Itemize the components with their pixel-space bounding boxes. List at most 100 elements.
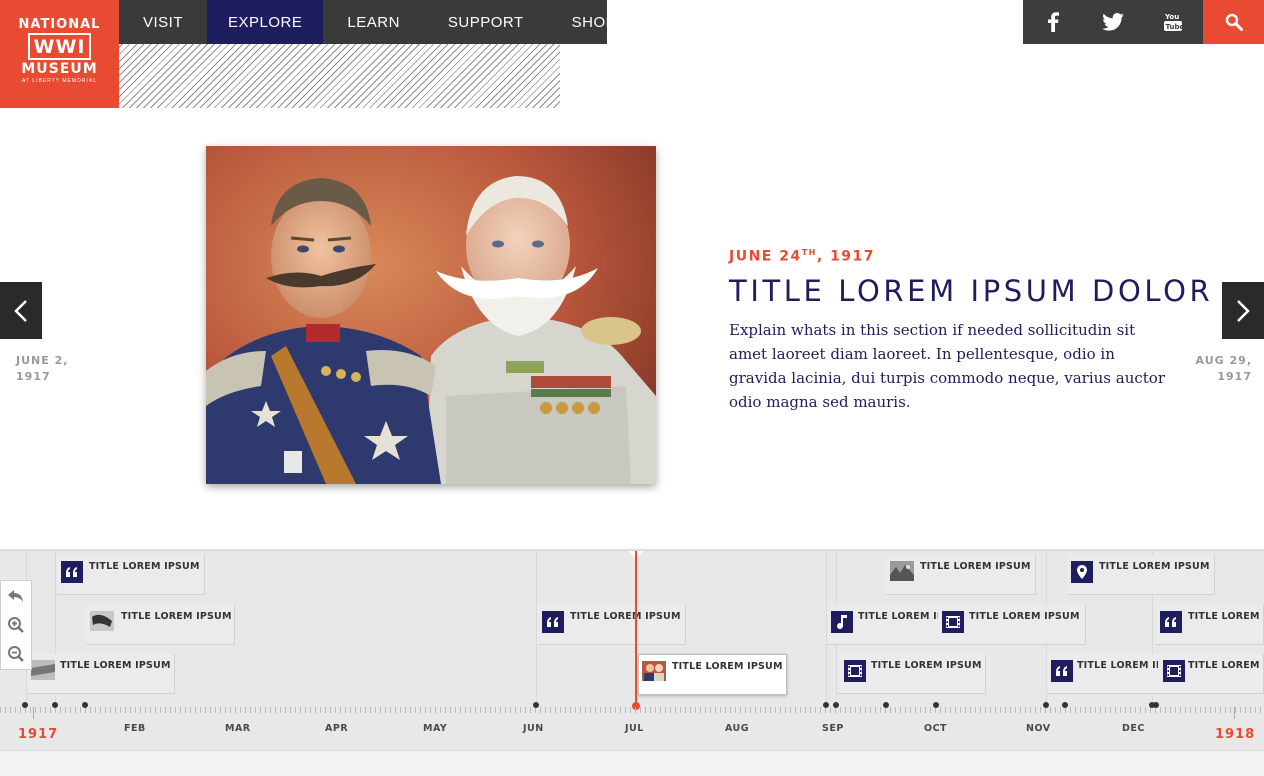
month-label: NOV — [1026, 723, 1051, 734]
logo-line-national: NATIONAL — [18, 17, 101, 32]
month-label: MAY — [423, 723, 448, 734]
event-dot[interactable] — [533, 702, 539, 708]
timeline-card-label: TITLE LOREM IPS — [1188, 611, 1263, 622]
photo-thumbnail — [890, 561, 914, 581]
museum-logo[interactable]: NATIONAL WWI MUSEUM AT LIBERTY MEMORIAL — [0, 0, 119, 108]
quote-icon — [542, 611, 564, 633]
zoom-in-button[interactable] — [4, 613, 28, 637]
timeline-card-label: TITLE LOREM IPSUM — [121, 611, 232, 622]
location-pin-icon — [1071, 561, 1093, 583]
featured-portrait-image — [206, 146, 656, 484]
event-dot[interactable] — [823, 702, 829, 708]
social-links: You Tube — [1023, 0, 1203, 44]
logo-line-museum: MUSEUM — [21, 61, 98, 77]
timeline-scroll-track[interactable] — [0, 750, 1264, 776]
next-event-date[interactable]: AUG 29, 1917 — [1190, 353, 1252, 385]
year-tick — [33, 707, 34, 719]
month-label: JUL — [625, 723, 644, 734]
facebook-icon[interactable] — [1023, 0, 1083, 44]
timeline-card-label: TITLE LOREM IPSUM — [60, 660, 171, 671]
timeline-card[interactable]: TITLE LOREM IPSUM — [57, 555, 205, 595]
timeline-card[interactable]: TITLE LOREM IPSUM — [838, 654, 986, 694]
music-note-icon — [831, 611, 853, 633]
nav-support[interactable]: SUPPORT — [424, 0, 548, 44]
photo-thumbnail — [90, 611, 114, 631]
decorative-hatch — [119, 44, 560, 108]
event-title: TITLE LOREM IPSUM DOLOR — [729, 274, 1214, 308]
event-dot[interactable] — [883, 702, 889, 708]
chevron-left-icon — [14, 299, 27, 322]
nav-shop[interactable]: SHOP — [548, 0, 641, 44]
event-dot[interactable] — [82, 702, 88, 708]
timeline-card[interactable]: TITLE LOREM IPS — [1158, 654, 1264, 694]
timeline-card[interactable]: TITLE LOREM IPS — [827, 605, 939, 645]
month-gridline — [536, 551, 537, 706]
timeline-panel: TITLE LOREM IPSUM TITLE LOREM IPSUM TITL… — [0, 550, 1264, 750]
year-label-start: 1917 — [18, 727, 59, 742]
event-date-suffix: TH — [801, 248, 817, 257]
quote-icon — [1160, 611, 1182, 633]
timeline-card[interactable]: TITLE LOREM IPS — [1047, 654, 1159, 694]
zoom-in-icon — [8, 616, 24, 633]
month-label: JUN — [523, 723, 544, 734]
axis-ticks — [0, 707, 1264, 713]
photo-thumbnail — [31, 660, 55, 680]
timeline-card-label: TITLE LOREM IPSUM — [89, 561, 200, 572]
month-label: MAR — [225, 723, 251, 734]
current-position-marker[interactable] — [635, 551, 637, 706]
nav-explore[interactable]: EXPLORE — [207, 0, 324, 44]
chevron-right-icon — [1237, 299, 1250, 322]
event-dot[interactable] — [833, 702, 839, 708]
timeline-card-label: TITLE LOREM IPS — [1188, 660, 1263, 671]
timeline-card[interactable]: TITLE LOREM IPSUM — [538, 605, 686, 645]
timeline-card-label: TITLE LOREM IPS — [1077, 660, 1158, 671]
film-icon — [844, 660, 866, 682]
event-dot[interactable] — [52, 702, 58, 708]
previous-event-button[interactable] — [0, 282, 42, 339]
timeline-card[interactable]: TITLE LOREM IPSUM — [27, 654, 175, 694]
previous-event-date-line1: JUNE 2, — [16, 354, 69, 367]
logo-line-memorial: AT LIBERTY MEMORIAL — [21, 78, 98, 84]
event-date: JUNE 24TH, 1917 — [729, 248, 875, 265]
next-event-date-line1: AUG 29, — [1195, 354, 1252, 367]
previous-event-date[interactable]: JUNE 2, 1917 — [16, 353, 68, 385]
event-dot[interactable] — [1153, 702, 1159, 708]
event-dot[interactable] — [1062, 702, 1068, 708]
previous-event-date-line2: 1917 — [16, 370, 51, 383]
month-label: AUG — [725, 723, 750, 734]
timeline-card-label: TITLE LOREM IPSUM — [920, 561, 1031, 572]
reset-button[interactable] — [4, 584, 28, 608]
event-dot[interactable] — [22, 702, 28, 708]
timeline-tools — [0, 580, 32, 670]
event-description: Explain whats in this section if needed … — [729, 321, 1165, 411]
nav-visit[interactable]: VISIT — [119, 0, 207, 44]
main-nav: VISIT EXPLORE LEARN SUPPORT SHOP — [119, 0, 616, 44]
timeline-card-label: TITLE LOREM IPSUM — [1099, 561, 1210, 572]
timeline-card[interactable]: TITLE LOREM IPS — [1156, 605, 1264, 645]
timeline-card-label: TITLE LOREM IPS — [858, 611, 938, 622]
month-label: DEC — [1122, 723, 1145, 734]
search-button[interactable] — [1203, 0, 1264, 44]
undo-arrow-icon — [8, 589, 23, 602]
page: NATIONAL WWI MUSEUM AT LIBERTY MEMORIAL … — [0, 0, 1264, 776]
quote-icon — [61, 561, 83, 583]
timeline-card[interactable]: TITLE LOREM IPSUM — [1067, 555, 1215, 595]
youtube-icon[interactable]: You Tube — [1143, 0, 1203, 44]
twitter-icon[interactable] — [1083, 0, 1143, 44]
year-label-end: 1918 — [1215, 727, 1256, 742]
zoom-out-icon — [8, 646, 24, 663]
timeline-card-selected[interactable]: TITLE LOREM IPSUM — [638, 654, 787, 695]
svg-text:Tube: Tube — [1166, 23, 1183, 31]
zoom-out-button[interactable] — [4, 642, 28, 666]
timeline-card[interactable]: TITLE LOREM IPSUM — [886, 555, 1036, 595]
film-icon — [942, 611, 964, 633]
nav-learn[interactable]: LEARN — [323, 0, 424, 44]
timeline-card[interactable]: TITLE LOREM IPSUM — [86, 605, 235, 645]
event-dot[interactable] — [933, 702, 939, 708]
next-event-button[interactable] — [1222, 282, 1264, 339]
quote-icon — [1051, 660, 1073, 682]
timeline-axis: 1917 1918 FEB MAR APR MAY JUN JUL AUG SE… — [0, 701, 1264, 750]
timeline-card[interactable]: TITLE LOREM IPSUM — [938, 605, 1086, 645]
event-dot[interactable] — [1043, 702, 1049, 708]
timeline-card-label: TITLE LOREM IPSUM — [871, 660, 982, 671]
